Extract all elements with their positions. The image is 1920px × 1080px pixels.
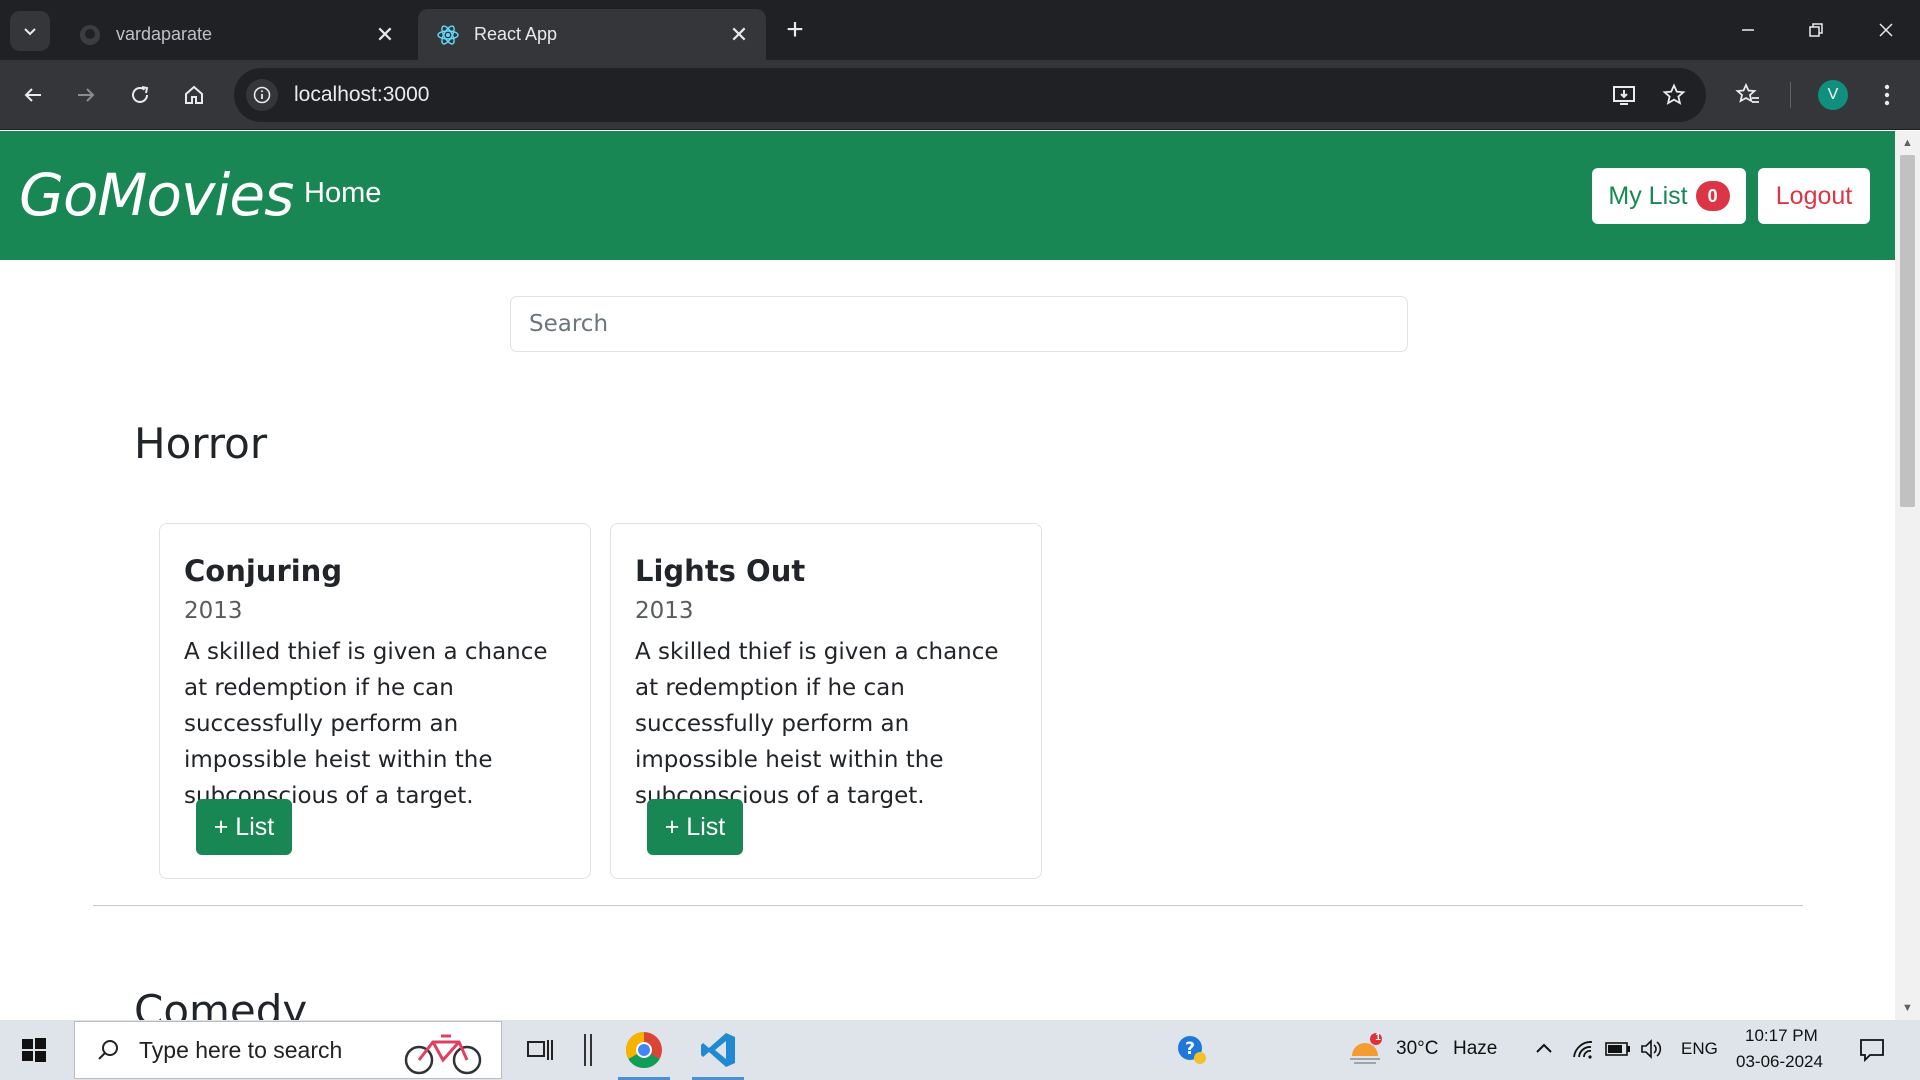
section-title-comedy: Comedy: [134, 986, 308, 1020]
brand-logo-text[interactable]: GoMovies: [19, 161, 294, 229]
section-title-horror: Horror: [134, 419, 268, 468]
movie-title: Lights Out: [635, 554, 806, 588]
add-to-list-button[interactable]: + List: [647, 799, 743, 855]
profile-avatar[interactable]: V: [1818, 80, 1848, 110]
windows-taskbar: Type here to search ? 1 30°C Haze ENG 10…: [0, 1020, 1920, 1080]
taskbar-search-placeholder: Type here to search: [139, 1036, 343, 1063]
movie-card: Lights Out 2013 A skilled thief is given…: [610, 523, 1042, 879]
movie-title: Conjuring: [184, 554, 343, 588]
minimize-icon[interactable]: [1714, 0, 1782, 60]
scrollbar-thumb[interactable]: [1900, 155, 1915, 507]
weather-description[interactable]: Haze: [1453, 1038, 1497, 1060]
tab-title: React App: [474, 24, 558, 44]
notification-center-icon[interactable]: [1857, 1035, 1887, 1065]
reload-icon[interactable]: [122, 77, 158, 113]
install-app-icon[interactable]: [1606, 77, 1642, 113]
tab-title: vardaparate: [116, 24, 213, 44]
my-list-button[interactable]: My List 0: [1592, 168, 1746, 224]
clock-time[interactable]: 10:17 PM: [1745, 1026, 1818, 1046]
browser-toolbar: localhost:3000: [0, 60, 1920, 130]
bicycle-icon: [403, 1028, 485, 1080]
my-list-label: My List: [1608, 181, 1688, 210]
volume-icon[interactable]: [1638, 1036, 1664, 1062]
movie-year: 2013: [184, 598, 243, 624]
movie-description: A skilled thief is given a chance at red…: [635, 639, 999, 809]
clock-date[interactable]: 03-06-2024: [1736, 1052, 1823, 1072]
taskbar-widget-divider-icon[interactable]: [558, 1024, 618, 1076]
weather-alert-badge: 1: [1375, 1032, 1381, 1043]
weather-sun-icon[interactable]: 1: [1348, 1032, 1382, 1066]
close-icon[interactable]: ✕: [372, 22, 398, 48]
tab-react-app[interactable]: React App ✕: [418, 9, 766, 60]
help-icon[interactable]: ?: [1176, 1034, 1208, 1066]
weather-temperature[interactable]: 30°C: [1396, 1038, 1438, 1060]
vscode-taskbar-icon[interactable]: [688, 1024, 748, 1080]
scroll-up-arrow-icon[interactable]: ▲: [1895, 133, 1920, 153]
chrome-taskbar-icon[interactable]: [614, 1024, 674, 1080]
chrome-menu-icon[interactable]: [1869, 77, 1905, 113]
svg-text:?: ?: [1185, 1039, 1195, 1059]
scroll-down-arrow-icon[interactable]: ▼: [1895, 998, 1920, 1018]
movie-description: A skilled thief is given a chance at red…: [184, 639, 548, 809]
bookmark-star-icon[interactable]: [1656, 77, 1692, 113]
search-icon: [93, 1035, 123, 1065]
movie-card: Conjuring 2013 A skilled thief is given …: [159, 523, 591, 879]
language-indicator[interactable]: ENG: [1681, 1039, 1718, 1059]
close-icon[interactable]: ✕: [726, 22, 752, 48]
github-icon: [78, 23, 102, 47]
page-viewport: GoMovies Home My List 0 Logout Horror Co…: [0, 131, 1895, 1020]
page-scrollbar[interactable]: ▲ ▼: [1895, 131, 1920, 1020]
address-bar[interactable]: localhost:3000: [234, 68, 1706, 122]
logout-button[interactable]: Logout: [1758, 168, 1870, 224]
my-list-count-badge: 0: [1695, 181, 1730, 211]
back-arrow-icon[interactable]: [15, 77, 51, 113]
chevron-up-icon[interactable]: [1531, 1036, 1557, 1062]
tab-search-button[interactable]: [10, 11, 50, 51]
url-text: localhost:3000: [294, 83, 430, 106]
site-info-icon[interactable]: [246, 79, 278, 111]
forward-arrow-icon[interactable]: [68, 77, 104, 113]
windows-start-icon[interactable]: [14, 1032, 54, 1068]
browser-tab-strip: vardaparate ✕ React App ✕ +: [0, 0, 1920, 60]
toolbar-divider: [1790, 82, 1791, 108]
window-close-icon[interactable]: [1852, 0, 1920, 60]
tab-vardaparate[interactable]: vardaparate ✕: [60, 9, 412, 60]
react-icon: [436, 23, 460, 47]
nav-link-home[interactable]: Home: [304, 177, 381, 210]
taskbar-search-box[interactable]: Type here to search: [74, 1021, 502, 1079]
restore-icon[interactable]: [1782, 0, 1850, 60]
new-tab-plus-icon[interactable]: +: [779, 13, 811, 46]
home-icon[interactable]: [176, 77, 212, 113]
wifi-icon[interactable]: [1570, 1036, 1596, 1062]
movie-year: 2013: [635, 598, 694, 624]
chevron-down-icon: [24, 28, 36, 36]
bookmarks-list-icon[interactable]: [1730, 77, 1766, 113]
battery-icon[interactable]: [1605, 1036, 1631, 1062]
add-to-list-button[interactable]: + List: [196, 799, 292, 855]
section-divider: [93, 905, 1803, 906]
search-input[interactable]: [510, 296, 1408, 352]
app-navbar: GoMovies Home My List 0 Logout: [0, 131, 1895, 260]
